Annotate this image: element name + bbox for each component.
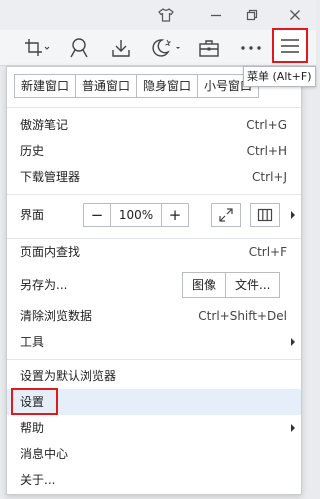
menu-item-label: 消息中心: [20, 447, 69, 461]
window-titlebar: [0, 0, 316, 30]
menu-item-shortcut: Ctrl+F: [248, 245, 287, 259]
menu-item-tools[interactable]: 工具: [7, 329, 301, 355]
fullscreen-button[interactable]: [211, 203, 241, 227]
split-view-button[interactable]: [250, 203, 280, 227]
menu-icon: [281, 38, 299, 53]
crop-icon[interactable]: [22, 34, 52, 62]
menu-item-default-browser[interactable]: 设置为默认浏览器: [7, 363, 301, 389]
menu-item-label: 设置为默认浏览器: [20, 369, 117, 383]
private-window-button[interactable]: 隐身窗口: [136, 74, 199, 98]
zoom-out-button[interactable]: −: [83, 203, 111, 227]
menu-item-label: 清除浏览数据: [20, 309, 93, 323]
menu-separator: [7, 107, 301, 108]
submenu-arrow-icon: [291, 424, 295, 432]
night-mode-icon[interactable]: [146, 34, 184, 62]
download-icon[interactable]: [108, 34, 134, 62]
menu-item-label: 傲游笔记: [20, 118, 69, 132]
normal-window-button[interactable]: 普通窗口: [75, 74, 138, 98]
submenu-arrow-icon: [291, 211, 295, 219]
menu-separator: [7, 194, 301, 195]
menu-item-shortcut: Ctrl+J: [252, 170, 287, 184]
menu-item-label: 页面内查找: [20, 245, 81, 259]
menu-item-help[interactable]: 帮助: [7, 415, 301, 441]
zoom-in-button[interactable]: +: [161, 203, 189, 227]
menu-item-settings[interactable]: 设置: [7, 389, 301, 415]
menu-button[interactable]: [272, 28, 308, 63]
more-icon[interactable]: [238, 34, 264, 62]
menu-separator: [7, 359, 301, 360]
menu-item-history[interactable]: 历史 Ctrl+H: [7, 138, 301, 164]
main-menu: 新建窗口 普通窗口 隐身窗口 小号窗口 傲游笔记 Ctrl+G 历史 Ctrl+…: [6, 66, 302, 495]
menu-item-shortcut: Ctrl+H: [246, 144, 287, 158]
fullscreen-icon: [219, 208, 233, 222]
new-window-group: 新建窗口 普通窗口 隐身窗口 小号窗口: [14, 74, 260, 98]
menu-item-label: 下载管理器: [20, 170, 81, 184]
menu-item-downloads[interactable]: 下载管理器 Ctrl+J: [7, 164, 301, 190]
close-icon[interactable]: [282, 4, 308, 26]
toolbox-icon[interactable]: [196, 34, 222, 62]
save-image-button[interactable]: 图像: [182, 272, 227, 298]
menu-item-label: 关于...: [20, 473, 56, 487]
menu-item-label: 帮助: [20, 421, 45, 435]
skin-icon[interactable]: [153, 4, 179, 26]
save-as-options: 图像 文件...: [182, 272, 281, 298]
new-window-button[interactable]: 新建窗口: [14, 74, 77, 98]
submenu-arrow-icon: [291, 338, 295, 346]
menu-item-shortcut: Ctrl+G: [246, 118, 287, 132]
browser-toolbar: [0, 30, 316, 66]
menu-tooltip: 菜单 (Alt+F): [243, 66, 316, 87]
split-view-icon: [257, 208, 273, 222]
menu-item-clear-data[interactable]: 清除浏览数据 Ctrl+Shift+Del: [7, 303, 301, 329]
restore-icon[interactable]: [239, 4, 265, 26]
menu-item-label: 历史: [20, 144, 45, 158]
menu-item-notes[interactable]: 傲游笔记 Ctrl+G: [7, 112, 301, 138]
menu-item-label: 设置: [20, 395, 45, 409]
zoom-value: 100%: [110, 203, 162, 227]
save-file-button[interactable]: 文件...: [225, 272, 281, 298]
menu-item-about[interactable]: 关于...: [7, 467, 301, 493]
menu-item-shortcut: Ctrl+Shift+Del: [198, 309, 287, 323]
search-person-icon[interactable]: [66, 34, 92, 62]
menu-item-label: 另存为...: [20, 278, 68, 292]
menu-item-label: 工具: [20, 335, 45, 349]
menu-item-message-center[interactable]: 消息中心: [7, 441, 301, 467]
zoom-control: − 100% +: [83, 203, 189, 227]
minimize-icon[interactable]: [203, 4, 229, 26]
menu-item-find[interactable]: 页面内查找 Ctrl+F: [7, 239, 301, 265]
view-label: 界面: [20, 208, 45, 222]
